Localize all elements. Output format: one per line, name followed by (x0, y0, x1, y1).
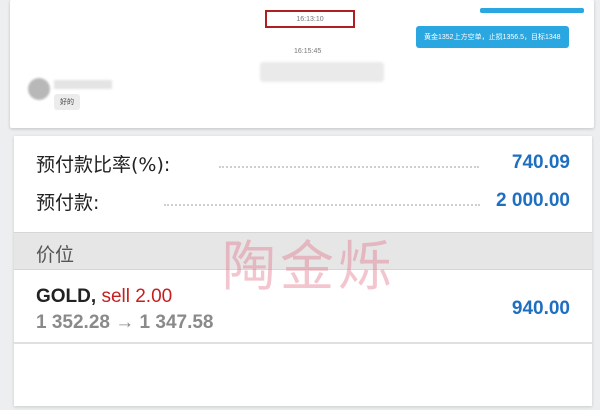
dotted-leader (219, 166, 479, 168)
chat-blurred-message (260, 62, 384, 82)
screenshot-root: 16:13:10 黄金1352上方空单，止损1356.5，目标1348 16:1… (0, 0, 600, 410)
position-side: sell 2.00 (101, 286, 173, 307)
chat-incoming-bubble[interactable]: 好的 (54, 94, 80, 110)
section-title: 价位 (36, 244, 75, 266)
sender-name-blurred (54, 80, 112, 89)
chat-top-bar (480, 8, 584, 13)
position-prices: 1 352.28 → 1 347.58 (36, 312, 214, 334)
position-symbol-line: GOLD, sell 2.00 (36, 286, 172, 308)
price-current: 1 347.58 (139, 312, 214, 333)
arrow-right-icon: → (115, 312, 135, 333)
margin-value: 2 000.00 (496, 190, 570, 211)
margin-ratio-value: 740.09 (511, 152, 570, 173)
dotted-leader (164, 204, 480, 206)
margin-ratio-row: 预付款比率(%): 740.09 (14, 146, 592, 180)
position-profit: 940.00 (511, 298, 570, 319)
margin-ratio-label: 预付款比率(%): (36, 153, 171, 176)
margin-label: 预付款: (36, 191, 100, 214)
position-separator: , (90, 286, 97, 307)
avatar[interactable] (28, 78, 50, 100)
chat-outgoing-bubble[interactable]: 黄金1352上方空单，止损1356.5，目标1348 (416, 26, 569, 48)
price-open: 1 352.28 (36, 312, 110, 333)
margin-row: 预付款: 2 000.00 (14, 184, 592, 218)
watermark: 陶金烁 (222, 235, 396, 298)
position-symbol: GOLD (36, 286, 91, 307)
chat-timestamp: 16:15:45 (294, 48, 322, 55)
chat-timestamp-highlighted: 16:13:10 (265, 10, 355, 28)
chat-panel: 16:13:10 黄金1352上方空单，止损1356.5，目标1348 16:1… (10, 0, 594, 128)
